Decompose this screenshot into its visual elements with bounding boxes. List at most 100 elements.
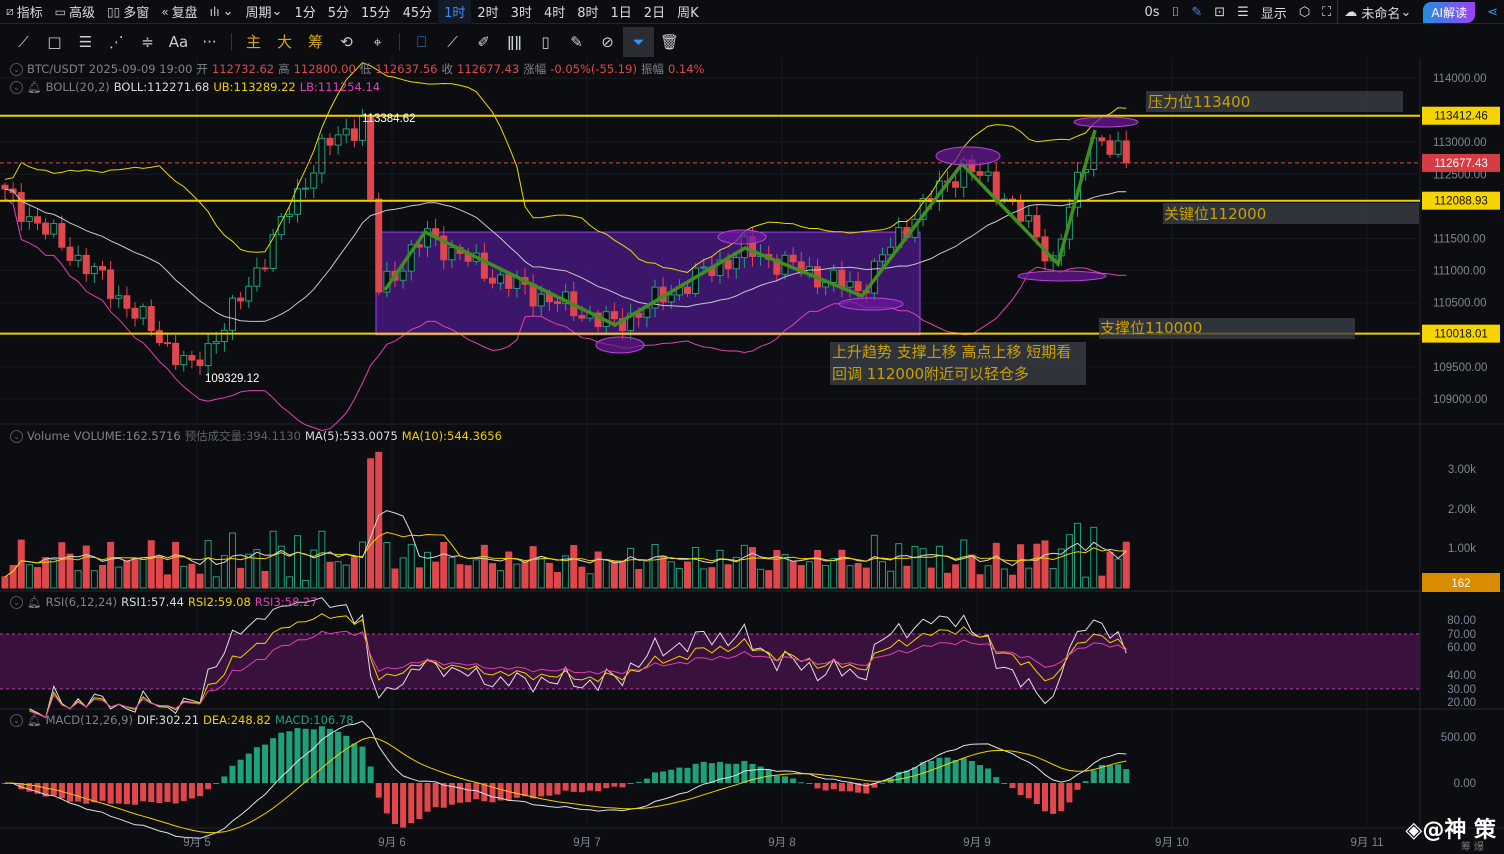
chip-button[interactable]: 筹 [300, 27, 331, 57]
interval-tab[interactable]: 8时 [571, 0, 604, 24]
price-axis-label: 109500.00 [1433, 362, 1487, 374]
divider [399, 32, 400, 51]
volume-bar [708, 567, 716, 589]
indicator-name: BOLL(20,2) [45, 80, 110, 94]
volume-bar [131, 557, 139, 589]
interval-tab[interactable]: 周K [671, 0, 705, 24]
add-window-icon[interactable]: ⊡ [1208, 0, 1231, 24]
interval-tab[interactable]: 2时 [471, 0, 504, 24]
volume-axis-label: 3.00k [1448, 464, 1476, 476]
big-order-button[interactable]: 大 [269, 27, 300, 57]
high-value: 112800.00 [293, 62, 356, 76]
pencil-icon[interactable]: ✎ [1185, 0, 1208, 24]
chart-canvas[interactable]: 114000.00113000.00112500.00111500.001110… [0, 58, 1504, 854]
line-tool-icon[interactable]: ⟋ [8, 27, 39, 57]
ai-interpret-button[interactable]: AI解读 [1423, 1, 1476, 23]
low-value: 112637.56 [375, 62, 438, 76]
interval-tab[interactable]: 2日 [638, 0, 671, 24]
interval-tab[interactable]: 45分 [397, 0, 439, 24]
candle-body [1, 184, 9, 190]
sync-draw-icon[interactable]: ⟲ [331, 27, 362, 57]
rectangle-tool-icon[interactable]: □ [39, 27, 70, 57]
macd-histogram-bar [1058, 783, 1065, 812]
volume-bar [992, 542, 1000, 589]
lock-icon[interactable]: ▯ [530, 27, 561, 57]
volume-bar [643, 560, 651, 589]
macd-histogram-bar [1082, 781, 1089, 783]
trash-icon[interactable]: 🗑 [654, 27, 685, 57]
fullscreen-icon[interactable]: ⛶ [1316, 0, 1337, 24]
volume-bar [1098, 575, 1106, 589]
camera-icon[interactable]: ⌷ [1166, 0, 1186, 24]
candle-body [505, 274, 513, 289]
collapse-icon[interactable]: ⌄ [10, 80, 23, 94]
collapse-icon[interactable]: ⌄ [10, 429, 23, 443]
volume-axis-label: 1.00k [1448, 543, 1476, 555]
interval-tab[interactable]: 4时 [538, 0, 571, 24]
interval-tab[interactable]: 1分 [288, 0, 321, 24]
text-tool[interactable]: Aa [163, 27, 194, 57]
multi-window-button[interactable]: ▯▯ 多窗 [101, 0, 155, 24]
period-dropdown[interactable]: 周期 ⌄ [240, 0, 289, 24]
layout-dropdown[interactable]: ☁ 未命名 ⌄ [1337, 0, 1417, 24]
list-icon[interactable]: ☰ [1231, 0, 1255, 24]
bookmark-icon[interactable]: ⎕ [406, 27, 437, 57]
macd-histogram-bar [822, 783, 829, 791]
candle-tool-icon[interactable]: ǁǁ [499, 27, 530, 57]
candle-body [399, 270, 407, 281]
ruler-icon[interactable]: ⟋ [437, 27, 468, 57]
macd-histogram-bar [838, 783, 845, 792]
replay-button[interactable]: «复盘 [155, 0, 203, 24]
volume-bar [464, 565, 472, 589]
display-button[interactable]: 显示 [1255, 0, 1293, 24]
advanced-button[interactable]: ▭ 高级 [49, 0, 101, 24]
interval-tab[interactable]: 1时 [438, 0, 472, 24]
main-force-button[interactable]: 主 [238, 27, 269, 57]
chart-type-dropdown[interactable]: ılı ⌄ [204, 0, 240, 24]
macd-histogram-bar [692, 763, 699, 783]
indicators-button[interactable]: ⧄ 指标 [0, 0, 49, 24]
volume-bar [578, 566, 586, 589]
fibonacci-icon[interactable]: ⋰ [101, 27, 132, 57]
settings-icon[interactable]: ⬡ [1293, 0, 1316, 24]
macd-histogram-bar [1042, 783, 1048, 812]
price-axis-label: 114000.00 [1433, 73, 1487, 85]
macd-histogram-bar [270, 738, 277, 783]
price-tag-label: 110018.01 [1434, 329, 1488, 341]
volume-bar [448, 557, 456, 589]
interval-tab[interactable]: 3时 [505, 0, 538, 24]
key-level-note: 关键位112000 [1164, 205, 1266, 223]
share-icon[interactable]: ⋖ [1481, 0, 1504, 24]
brush-icon[interactable]: ✐ [468, 27, 499, 57]
filter-icon[interactable]: ⏷ [623, 26, 654, 57]
candle-body [220, 329, 228, 343]
macd-histogram-bar [676, 767, 683, 783]
interval-tab[interactable]: 1日 [605, 0, 638, 24]
date-label: 9月 8 [768, 837, 796, 849]
macd-histogram-bar [684, 767, 691, 783]
volume-bar [935, 545, 943, 589]
interval-tab[interactable]: 15分 [355, 0, 397, 24]
collapse-icon[interactable]: ⌄ [10, 595, 23, 609]
collapse-icon[interactable]: ⌄ [10, 713, 23, 727]
bell-icon[interactable]: 🔔︎ [27, 713, 42, 727]
volume-bar [537, 556, 545, 589]
parallel-lines-icon[interactable]: ☰ [70, 27, 101, 57]
bell-icon[interactable]: 🔔︎ [27, 595, 42, 609]
collapse-icon[interactable]: ⌄ [10, 62, 23, 76]
note-icon[interactable]: ✎ [561, 27, 592, 57]
volume-bar [391, 568, 399, 589]
magnet-icon[interactable]: ⌖ [362, 27, 393, 57]
highlight-ellipse [717, 229, 767, 245]
more-tools[interactable]: ··· [194, 27, 225, 57]
interval-tab[interactable]: 5分 [322, 0, 355, 24]
bell-icon[interactable]: 🔔︎ [27, 80, 42, 94]
watermark-text: @神 策 [1422, 818, 1496, 843]
macd-histogram-bar [643, 778, 650, 783]
horizontal-lines-icon[interactable]: ≑ [132, 27, 163, 57]
volume-bar [34, 567, 41, 589]
price-axis-label: 110500.00 [1433, 298, 1487, 310]
macd-histogram-bar [847, 783, 853, 792]
clip-icon[interactable]: ⊘ [592, 27, 623, 57]
macd-histogram-bar [952, 760, 959, 783]
